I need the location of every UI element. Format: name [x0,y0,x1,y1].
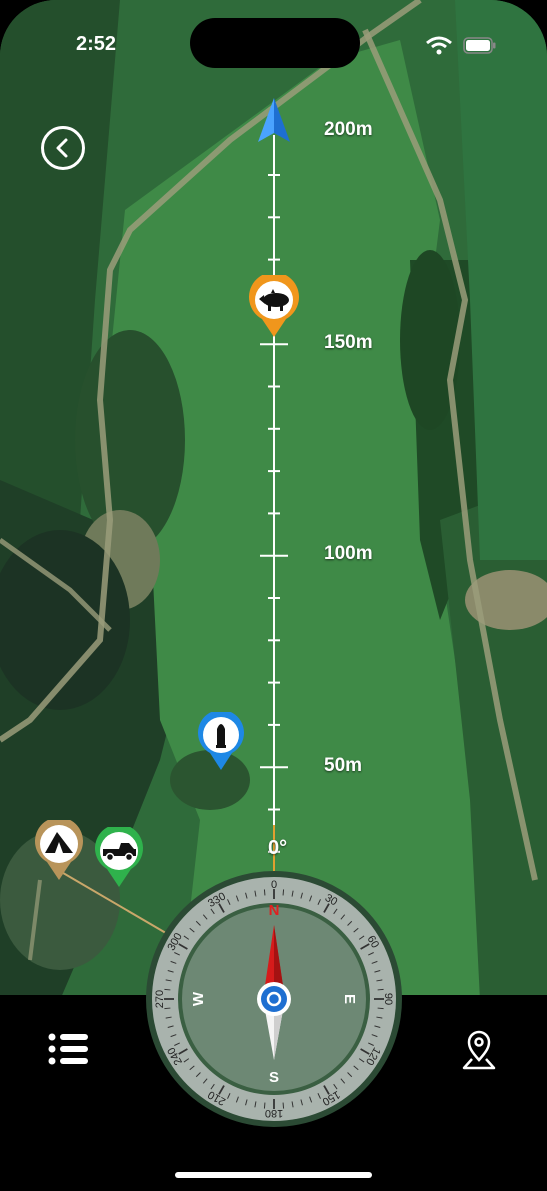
dial-tick [282,889,285,896]
compass-west-label: W [190,991,207,1006]
compass-north-label: N [269,902,280,919]
location-pin-icon[interactable] [460,1030,498,1070]
boar-marker[interactable] [247,275,301,339]
wifi-icon [426,36,452,55]
dial-tick [377,1007,384,1010]
truck-marker[interactable] [93,827,145,889]
dial-degree-label: 270 [154,990,166,1008]
dial-tick [263,889,266,896]
tent-marker[interactable] [33,820,85,882]
home-indicator [175,1172,372,1178]
heading-readout: 0° [268,837,288,859]
ruler-label-150m: 150m [324,332,373,353]
ruler-label-100m: 100m [324,543,373,564]
dynamic-island [190,18,360,68]
dial-tick [377,988,384,991]
ammo-marker[interactable] [196,712,246,772]
dial-degree-label: 180 [265,1107,283,1119]
chevron-left-icon [56,138,68,158]
compass-south-label: S [269,1069,279,1086]
compass-east-label: E [341,994,358,1004]
ruler-label-50m: 50m [324,755,363,776]
back-button[interactable] [41,126,85,170]
dial-degree-label: 90 [382,993,394,1005]
list-icon[interactable] [48,1032,88,1066]
dial-degree-label: 0 [271,879,277,891]
ruler-label-200m: 200m [324,119,373,140]
screen: 2:52 200m 150m 100m 50m 0° 0 30 60 90 12… [0,0,547,1191]
battery-icon [463,37,496,54]
compass[interactable]: 0306090120150180210240270300330 N E S W [145,870,403,1128]
status-time: 2:52 [76,33,117,55]
